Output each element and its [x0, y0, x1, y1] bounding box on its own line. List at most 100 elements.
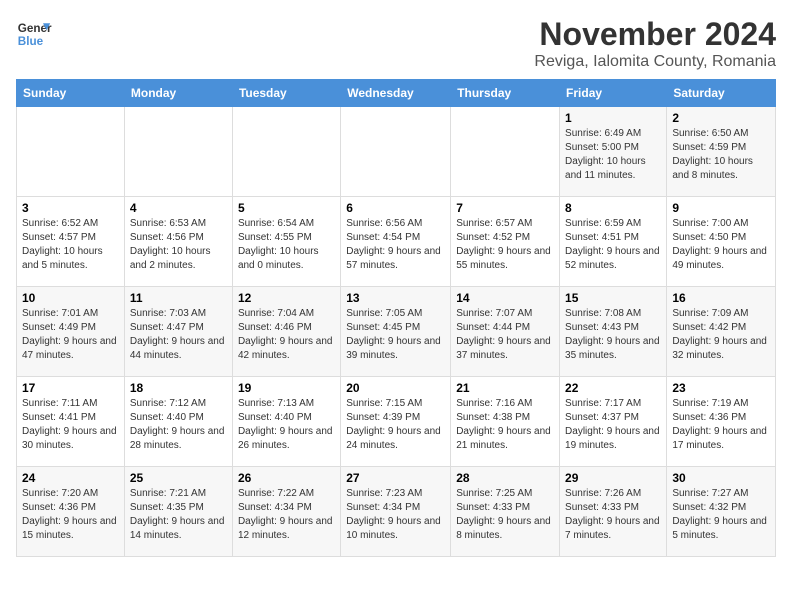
day-info: Sunrise: 7:09 AM Sunset: 4:42 PM Dayligh…: [672, 307, 770, 363]
day-number: 26: [238, 471, 335, 485]
day-cell: 8 Sunrise: 6:59 AM Sunset: 4:51 PM Daylig…: [560, 197, 667, 287]
header-cell-saturday: Saturday: [667, 80, 776, 107]
week-row-1: 1 Sunrise: 6:49 AM Sunset: 5:00 PM Daylig…: [17, 107, 776, 197]
day-number: 25: [130, 471, 227, 485]
day-info: Sunrise: 7:12 AM Sunset: 4:40 PM Dayligh…: [130, 397, 227, 453]
day-number: 11: [130, 291, 227, 305]
day-number: 21: [456, 381, 554, 395]
day-cell: 26 Sunrise: 7:22 AM Sunset: 4:34 PM Dayli…: [232, 467, 340, 557]
day-cell: 3 Sunrise: 6:52 AM Sunset: 4:57 PM Daylig…: [17, 197, 125, 287]
day-cell: [124, 107, 232, 197]
calendar-body: 1 Sunrise: 6:49 AM Sunset: 5:00 PM Daylig…: [17, 107, 776, 557]
day-cell: [451, 107, 560, 197]
week-row-2: 3 Sunrise: 6:52 AM Sunset: 4:57 PM Daylig…: [17, 197, 776, 287]
day-info: Sunrise: 7:15 AM Sunset: 4:39 PM Dayligh…: [346, 397, 445, 453]
day-number: 9: [672, 201, 770, 215]
day-cell: 12 Sunrise: 7:04 AM Sunset: 4:46 PM Dayli…: [232, 287, 340, 377]
header-cell-sunday: Sunday: [17, 80, 125, 107]
day-number: 5: [238, 201, 335, 215]
header-cell-monday: Monday: [124, 80, 232, 107]
day-number: 23: [672, 381, 770, 395]
logo: General Blue: [16, 16, 52, 52]
day-cell: 21Sunrise: 7:16 AM Sunset: 4:38 PM Dayli…: [451, 377, 560, 467]
day-number: 13: [346, 291, 445, 305]
day-cell: 17 Sunrise: 7:11 AM Sunset: 4:41 PM Dayli…: [17, 377, 125, 467]
day-cell: 30 Sunrise: 7:27 AM Sunset: 4:32 PM Dayli…: [667, 467, 776, 557]
day-cell: [17, 107, 125, 197]
day-cell: 6Sunrise: 6:56 AM Sunset: 4:54 PM Daylig…: [341, 197, 451, 287]
day-number: 6: [346, 201, 445, 215]
day-info: Sunrise: 7:19 AM Sunset: 4:36 PM Dayligh…: [672, 397, 770, 453]
day-number: 1: [565, 111, 661, 125]
day-cell: 11 Sunrise: 7:03 AM Sunset: 4:47 PM Dayli…: [124, 287, 232, 377]
day-info: Sunrise: 7:20 AM Sunset: 4:36 PM Dayligh…: [22, 487, 119, 543]
day-info: Sunrise: 7:04 AM Sunset: 4:46 PM Dayligh…: [238, 307, 335, 363]
day-number: 29: [565, 471, 661, 485]
location-title: Reviga, Ialomita County, Romania: [534, 53, 776, 71]
day-cell: 27Sunrise: 7:23 AM Sunset: 4:34 PM Dayli…: [341, 467, 451, 557]
week-row-4: 17 Sunrise: 7:11 AM Sunset: 4:41 PM Dayli…: [17, 377, 776, 467]
header-cell-wednesday: Wednesday: [341, 80, 451, 107]
day-info: Sunrise: 7:17 AM Sunset: 4:37 PM Dayligh…: [565, 397, 661, 453]
day-cell: 25 Sunrise: 7:21 AM Sunset: 4:35 PM Dayli…: [124, 467, 232, 557]
day-info: Sunrise: 7:27 AM Sunset: 4:32 PM Dayligh…: [672, 487, 770, 543]
day-cell: 13 Sunrise: 7:05 AM Sunset: 4:45 PM Dayli…: [341, 287, 451, 377]
day-number: 27: [346, 471, 445, 485]
day-number: 12: [238, 291, 335, 305]
page-header: General Blue November 2024 Reviga, Ialom…: [16, 16, 776, 71]
day-info: Sunrise: 7:21 AM Sunset: 4:35 PM Dayligh…: [130, 487, 227, 543]
day-cell: 18 Sunrise: 7:12 AM Sunset: 4:40 PM Dayli…: [124, 377, 232, 467]
day-number: 2: [672, 111, 770, 125]
day-info: Sunrise: 6:52 AM Sunset: 4:57 PM Dayligh…: [22, 217, 119, 273]
day-number: 20: [346, 381, 445, 395]
day-info: Sunrise: 7:11 AM Sunset: 4:41 PM Dayligh…: [22, 397, 119, 453]
header-row: SundayMondayTuesdayWednesdayThursdayFrid…: [17, 80, 776, 107]
day-cell: 24 Sunrise: 7:20 AM Sunset: 4:36 PM Dayli…: [17, 467, 125, 557]
day-cell: 15 Sunrise: 7:08 AM Sunset: 4:43 PM Dayli…: [560, 287, 667, 377]
day-number: 15: [565, 291, 661, 305]
day-info: Sunrise: 7:05 AM Sunset: 4:45 PM Dayligh…: [346, 307, 445, 363]
day-cell: 5 Sunrise: 6:54 AM Sunset: 4:55 PM Daylig…: [232, 197, 340, 287]
day-cell: 4Sunrise: 6:53 AM Sunset: 4:56 PM Daylig…: [124, 197, 232, 287]
day-cell: 1 Sunrise: 6:49 AM Sunset: 5:00 PM Daylig…: [560, 107, 667, 197]
day-info: Sunrise: 6:50 AM Sunset: 4:59 PM Dayligh…: [672, 127, 770, 183]
day-cell: 16Sunrise: 7:09 AM Sunset: 4:42 PM Dayli…: [667, 287, 776, 377]
day-info: Sunrise: 7:25 AM Sunset: 4:33 PM Dayligh…: [456, 487, 554, 543]
day-info: Sunrise: 7:26 AM Sunset: 4:33 PM Dayligh…: [565, 487, 661, 543]
day-number: 10: [22, 291, 119, 305]
day-cell: 9Sunrise: 7:00 AM Sunset: 4:50 PM Daylig…: [667, 197, 776, 287]
month-title: November 2024: [534, 16, 776, 53]
day-number: 8: [565, 201, 661, 215]
day-number: 22: [565, 381, 661, 395]
day-number: 18: [130, 381, 227, 395]
svg-text:Blue: Blue: [18, 35, 44, 48]
calendar-table: SundayMondayTuesdayWednesdayThursdayFrid…: [16, 79, 776, 557]
day-number: 14: [456, 291, 554, 305]
day-info: Sunrise: 6:54 AM Sunset: 4:55 PM Dayligh…: [238, 217, 335, 273]
header-cell-thursday: Thursday: [451, 80, 560, 107]
day-number: 30: [672, 471, 770, 485]
day-cell: 10 Sunrise: 7:01 AM Sunset: 4:49 PM Dayli…: [17, 287, 125, 377]
day-info: Sunrise: 6:49 AM Sunset: 5:00 PM Dayligh…: [565, 127, 661, 183]
day-number: 4: [130, 201, 227, 215]
day-cell: 2 Sunrise: 6:50 AM Sunset: 4:59 PM Daylig…: [667, 107, 776, 197]
day-info: Sunrise: 6:57 AM Sunset: 4:52 PM Dayligh…: [456, 217, 554, 273]
day-cell: 29 Sunrise: 7:26 AM Sunset: 4:33 PM Dayli…: [560, 467, 667, 557]
day-cell: [341, 107, 451, 197]
day-number: 24: [22, 471, 119, 485]
day-info: Sunrise: 7:07 AM Sunset: 4:44 PM Dayligh…: [456, 307, 554, 363]
title-area: November 2024 Reviga, Ialomita County, R…: [534, 16, 776, 71]
day-info: Sunrise: 7:22 AM Sunset: 4:34 PM Dayligh…: [238, 487, 335, 543]
day-info: Sunrise: 7:03 AM Sunset: 4:47 PM Dayligh…: [130, 307, 227, 363]
day-info: Sunrise: 6:59 AM Sunset: 4:51 PM Dayligh…: [565, 217, 661, 273]
day-number: 17: [22, 381, 119, 395]
day-cell: 14 Sunrise: 7:07 AM Sunset: 4:44 PM Dayli…: [451, 287, 560, 377]
week-row-5: 24 Sunrise: 7:20 AM Sunset: 4:36 PM Dayli…: [17, 467, 776, 557]
logo-icon: General Blue: [16, 16, 52, 52]
day-number: 28: [456, 471, 554, 485]
day-number: 3: [22, 201, 119, 215]
day-info: Sunrise: 7:01 AM Sunset: 4:49 PM Dayligh…: [22, 307, 119, 363]
day-info: Sunrise: 7:08 AM Sunset: 4:43 PM Dayligh…: [565, 307, 661, 363]
day-cell: 20 Sunrise: 7:15 AM Sunset: 4:39 PM Dayli…: [341, 377, 451, 467]
day-number: 7: [456, 201, 554, 215]
